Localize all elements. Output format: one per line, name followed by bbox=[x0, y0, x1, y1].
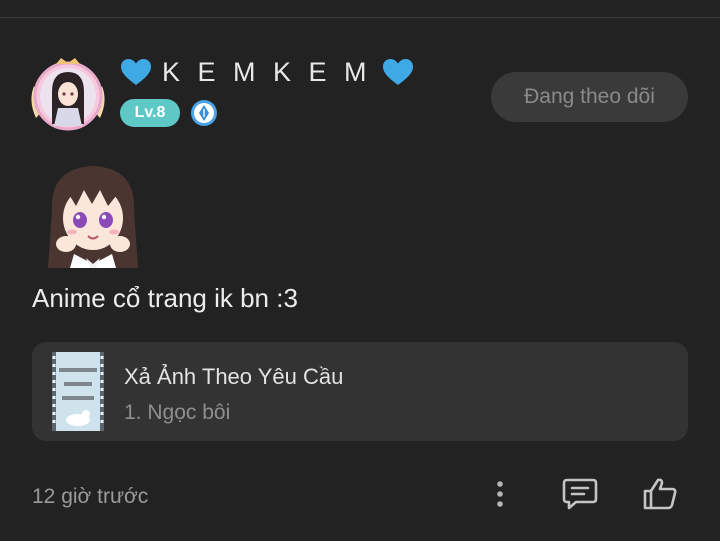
level-badge: Lv.8 bbox=[120, 99, 180, 127]
like-button[interactable] bbox=[640, 476, 680, 516]
rank-pen-icon bbox=[190, 99, 218, 127]
username[interactable]: K E M K E M bbox=[120, 54, 414, 90]
blue-heart-icon bbox=[382, 58, 414, 86]
post-text: Anime cổ trang ik bn :3 bbox=[32, 283, 298, 313]
blue-heart-icon bbox=[120, 58, 152, 86]
comment-icon bbox=[562, 477, 598, 516]
user-avatar[interactable] bbox=[28, 56, 108, 132]
following-button[interactable]: Đang theo dõi bbox=[491, 72, 688, 122]
story-chapter: 1. Ngọc bôi bbox=[124, 401, 231, 424]
story-title: Xả Ảnh Theo Yêu Cầu bbox=[124, 364, 344, 389]
story-cover-thumbnail bbox=[52, 352, 104, 431]
comment-button[interactable] bbox=[560, 476, 600, 516]
more-options-button[interactable] bbox=[480, 476, 520, 516]
post-timestamp: 12 giờ trước bbox=[32, 485, 149, 508]
more-vertical-icon bbox=[496, 480, 504, 513]
top-divider bbox=[0, 17, 720, 18]
username-text: K E M K E M bbox=[162, 56, 372, 87]
thumbs-up-icon bbox=[642, 477, 678, 516]
linked-story-card[interactable]: Xả Ảnh Theo Yêu Cầu 1. Ngọc bôi bbox=[32, 342, 688, 441]
post-sticker-image bbox=[42, 160, 144, 270]
